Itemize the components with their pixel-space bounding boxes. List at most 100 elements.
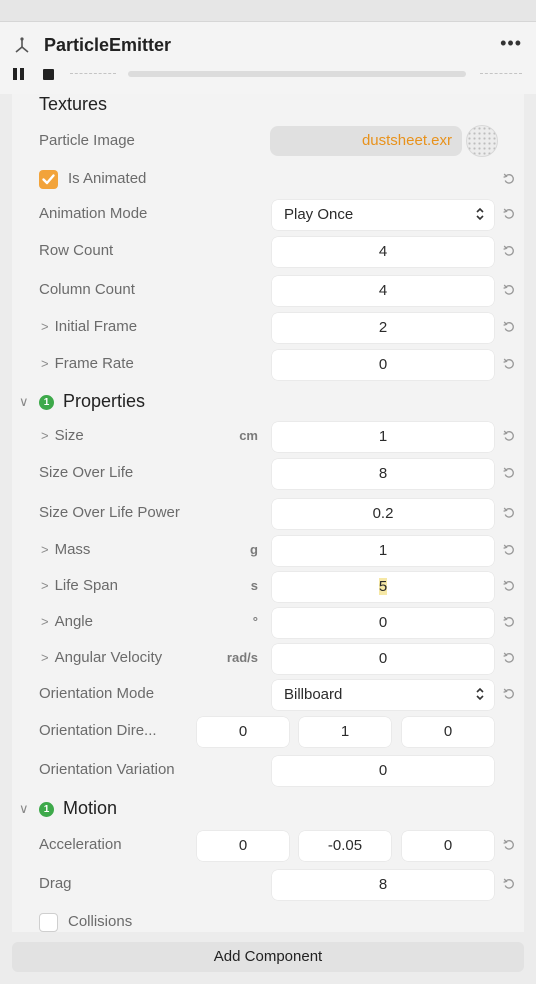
row-orientation-direction: Orientation Dire... 0 1 0 — [12, 716, 524, 748]
section-properties-title[interactable]: Properties — [63, 391, 145, 412]
timeline-scrubber[interactable] — [128, 71, 466, 77]
reset-icon[interactable] — [502, 207, 516, 221]
orientation-variation-field[interactable]: 0 — [272, 756, 494, 786]
size-field[interactable]: 1 — [272, 422, 494, 452]
orientation-direction-y-field[interactable]: 1 — [299, 717, 391, 747]
chevron-right-icon: > — [41, 319, 49, 334]
angular-velocity-field[interactable]: 0 — [272, 644, 494, 674]
row-animation-mode: Animation Mode Play Once — [12, 199, 524, 231]
reset-icon[interactable] — [502, 651, 516, 665]
row-count-field[interactable]: 4 — [272, 237, 494, 267]
reset-icon[interactable] — [502, 506, 516, 520]
size-label[interactable]: > Size — [41, 427, 84, 444]
stop-icon[interactable] — [43, 69, 54, 80]
size-over-life-label: Size Over Life — [39, 464, 134, 481]
acceleration-label: Acceleration — [39, 836, 122, 853]
row-drag: Drag 8 — [12, 869, 524, 901]
row-angular-velocity: > Angular Velocity rad/s 0 — [12, 643, 524, 675]
orientation-variation-label: Orientation Variation — [39, 761, 175, 778]
column-count-field[interactable]: 4 — [272, 276, 494, 306]
section-badge: 1 — [39, 395, 54, 410]
size-over-life-power-label: Size Over Life Power — [39, 504, 180, 521]
more-options-button[interactable]: ••• — [500, 33, 522, 54]
chevron-down-icon[interactable]: ∨ — [19, 801, 29, 817]
life-span-field[interactable]: 5 — [272, 572, 494, 602]
collisions-checkbox[interactable] — [39, 913, 58, 932]
frame-rate-label[interactable]: > Frame Rate — [41, 355, 134, 372]
is-animated-checkbox[interactable] — [39, 170, 58, 189]
life-span-value: 5 — [378, 578, 388, 595]
orientation-direction-label: Orientation Dire... — [39, 722, 157, 739]
acceleration-z-field[interactable]: 0 — [402, 831, 494, 861]
life-span-label[interactable]: > Life Span — [41, 577, 118, 594]
row-size: > Size cm 1 — [12, 421, 524, 453]
reset-icon[interactable] — [502, 283, 516, 297]
reset-icon[interactable] — [502, 615, 516, 629]
size-over-life-power-field[interactable]: 0.2 — [272, 499, 494, 529]
section-motion-title[interactable]: Motion — [63, 798, 117, 819]
acceleration-x-field[interactable]: 0 — [197, 831, 289, 861]
row-acceleration: Acceleration 0 -0.05 0 — [12, 830, 524, 862]
collisions-label: Collisions — [68, 913, 133, 930]
angular-velocity-unit: rad/s — [226, 650, 258, 665]
reset-icon[interactable] — [502, 687, 516, 701]
reset-icon[interactable] — [502, 429, 516, 443]
angular-velocity-label[interactable]: > Angular Velocity — [41, 649, 162, 666]
size-over-life-field[interactable]: 8 — [272, 459, 494, 489]
reset-icon[interactable] — [502, 466, 516, 480]
size-unit: cm — [239, 428, 258, 443]
chevron-right-icon: > — [41, 428, 49, 443]
section-textures-title: Textures — [39, 94, 108, 114]
chevron-right-icon: > — [41, 650, 49, 665]
particle-image-field[interactable]: dustsheet.exr — [270, 126, 462, 156]
animation-mode-value: Play Once — [284, 206, 354, 223]
reset-icon[interactable] — [502, 877, 516, 891]
window-top-strip — [0, 0, 536, 22]
size-label-text: Size — [54, 427, 84, 444]
reset-icon[interactable] — [502, 357, 516, 371]
row-column-count: Column Count 4 — [12, 275, 524, 307]
row-size-over-life: Size Over Life 8 — [12, 458, 524, 490]
chevron-down-icon[interactable]: ∨ — [19, 394, 29, 410]
angle-label[interactable]: > Angle — [41, 613, 93, 630]
particle-image-label: Particle Image — [39, 132, 135, 149]
initial-frame-field[interactable]: 2 — [272, 313, 494, 343]
emitter-icon — [15, 37, 29, 53]
reset-icon[interactable] — [502, 320, 516, 334]
chevron-updown-icon — [476, 207, 484, 221]
angle-field[interactable]: 0 — [272, 608, 494, 638]
row-initial-frame: > Initial Frame 2 — [12, 312, 524, 344]
frame-rate-label-text: Frame Rate — [54, 355, 134, 372]
reset-icon[interactable] — [502, 579, 516, 593]
orientation-direction-x-field[interactable]: 0 — [197, 717, 289, 747]
animation-mode-select[interactable]: Play Once — [272, 200, 494, 230]
drag-field[interactable]: 8 — [272, 870, 494, 900]
section-badge: 1 — [39, 802, 54, 817]
row-frame-rate: > Frame Rate 0 — [12, 349, 524, 381]
chevron-right-icon: > — [41, 356, 49, 371]
row-collisions: Collisions — [12, 907, 524, 932]
row-angle: > Angle ° 0 — [12, 607, 524, 639]
inspector-panel: Textures Particle Image dustsheet.exr Is… — [12, 94, 524, 932]
reset-icon[interactable] — [502, 244, 516, 258]
row-is-animated: Is Animated — [12, 164, 524, 196]
mass-field[interactable]: 1 — [272, 536, 494, 566]
texture-picker-icon[interactable] — [466, 125, 498, 157]
initial-frame-label[interactable]: > Initial Frame — [41, 318, 137, 335]
component-header: ParticleEmitter ••• — [0, 22, 536, 94]
orientation-mode-label: Orientation Mode — [39, 685, 155, 702]
orientation-direction-z-field[interactable]: 0 — [402, 717, 494, 747]
reset-icon[interactable] — [502, 838, 516, 852]
reset-icon[interactable] — [502, 543, 516, 557]
row-row-count: Row Count 4 — [12, 236, 524, 268]
pause-icon[interactable] — [13, 68, 25, 80]
add-component-button[interactable]: Add Component — [12, 942, 524, 972]
acceleration-y-field[interactable]: -0.05 — [299, 831, 391, 861]
reset-icon[interactable] — [502, 172, 516, 186]
frame-rate-field[interactable]: 0 — [272, 350, 494, 380]
orientation-mode-select[interactable]: Billboard — [272, 680, 494, 710]
checkmark-icon — [42, 174, 55, 185]
orientation-mode-value: Billboard — [284, 686, 343, 703]
angle-unit: ° — [252, 614, 258, 629]
mass-label[interactable]: > Mass — [41, 541, 90, 558]
